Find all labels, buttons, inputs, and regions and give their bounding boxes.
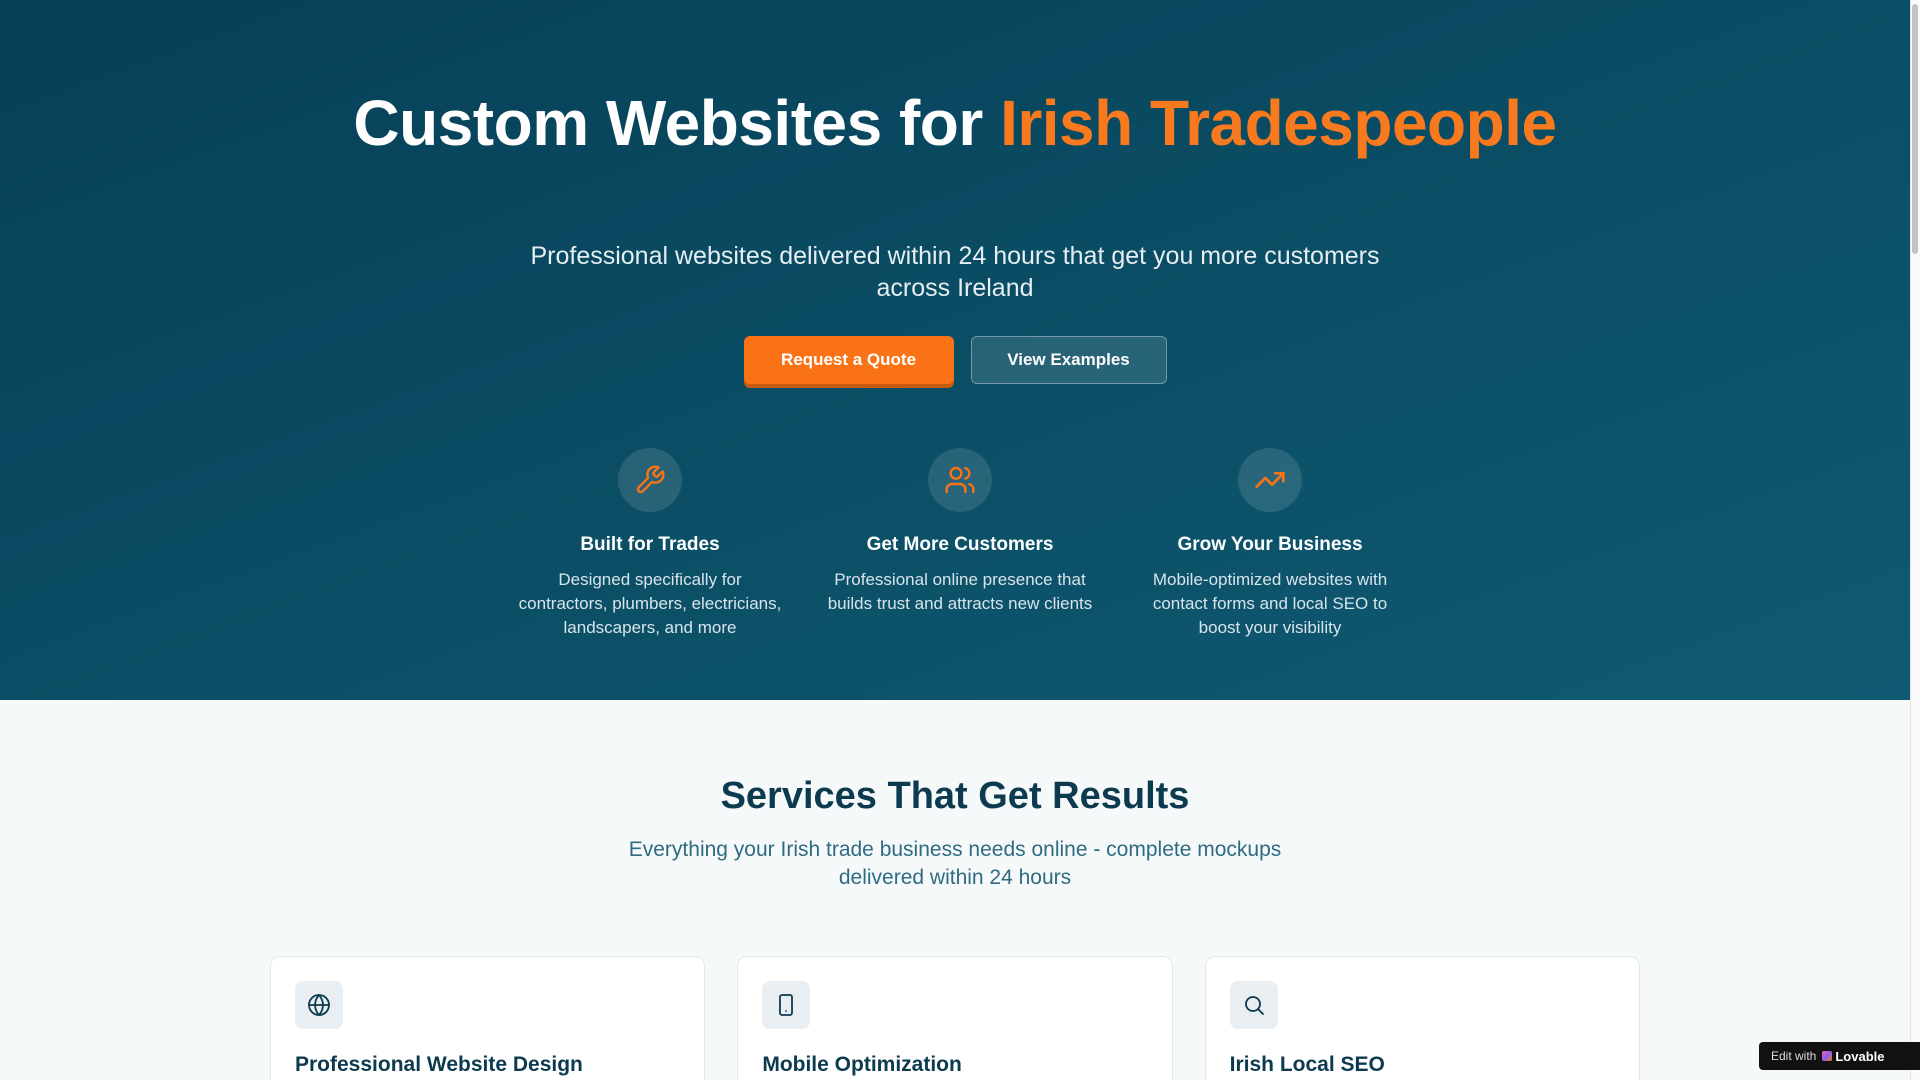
smartphone-icon — [762, 981, 811, 1029]
lovable-heart-icon — [1822, 1051, 1833, 1061]
hero-features: Built for Trades Designed specifically f… — [500, 448, 1420, 640]
feature-title: Built for Trades — [580, 534, 720, 555]
feature-title: Get More Customers — [866, 534, 1054, 555]
badge-prefix: Edit with — [1771, 1049, 1817, 1063]
hero-cta-row: Request a Quote View Examples — [0, 336, 1910, 384]
view-examples-button[interactable]: View Examples — [970, 336, 1167, 384]
edit-with-lovable-badge[interactable]: Edit with Lovable × — [1759, 1042, 1920, 1070]
feature-title: Grow Your Business — [1177, 534, 1363, 555]
feature-text: Mobile-optimized websites with contact f… — [1152, 570, 1388, 637]
globe-icon — [295, 981, 343, 1029]
service-card-title: Mobile Optimization — [762, 1053, 962, 1076]
feature-text: Designed specifically for contractors, p… — [518, 570, 782, 637]
feature-built-for-trades: Built for Trades Designed specifically f… — [500, 448, 800, 640]
services-title: Services That Get Results — [720, 775, 1190, 817]
lovable-logo: Lovable — [1822, 1049, 1884, 1064]
search-icon — [1229, 981, 1278, 1029]
service-card-local-seo[interactable]: Irish Local SEO — [1204, 956, 1640, 1080]
service-card-website-design[interactable]: Professional Website Design — [270, 956, 706, 1080]
hero-title-accent: Irish Tradespeople — [1000, 87, 1557, 159]
hero-section: Custom Websites for Irish Tradespeople P… — [0, 0, 1910, 700]
service-card-mobile-optimization[interactable]: Mobile Optimization — [737, 956, 1173, 1080]
services-cards: Professional Website Design Mobile Optim… — [270, 956, 1640, 1080]
wrench-icon — [618, 448, 682, 512]
feature-text: Professional online presence that builds… — [827, 570, 1093, 613]
feature-grow-your-business: Grow Your Business Mobile-optimized webs… — [1120, 448, 1420, 640]
users-icon — [928, 448, 992, 512]
request-quote-button[interactable]: Request a Quote — [743, 336, 954, 384]
feature-get-more-customers: Get More Customers Professional online p… — [810, 448, 1110, 640]
service-card-title: Irish Local SEO — [1229, 1053, 1385, 1076]
services-subtitle: Everything your Irish trade business nee… — [628, 838, 1282, 889]
hero-subtitle: Professional websites delivered within 2… — [530, 242, 1380, 302]
landing-page: Custom Websites for Irish Tradespeople P… — [0, 0, 1910, 1080]
scrollbar-thumb[interactable] — [1912, 4, 1918, 254]
lovable-brand-text: Lovable — [1835, 1048, 1885, 1064]
hero-title: Custom Websites for Irish Tradespeople — [0, 91, 1910, 155]
trending-up-icon — [1238, 448, 1302, 512]
hero-title-main: Custom Websites for — [353, 87, 1001, 159]
service-card-title: Professional Website Design — [295, 1053, 583, 1076]
